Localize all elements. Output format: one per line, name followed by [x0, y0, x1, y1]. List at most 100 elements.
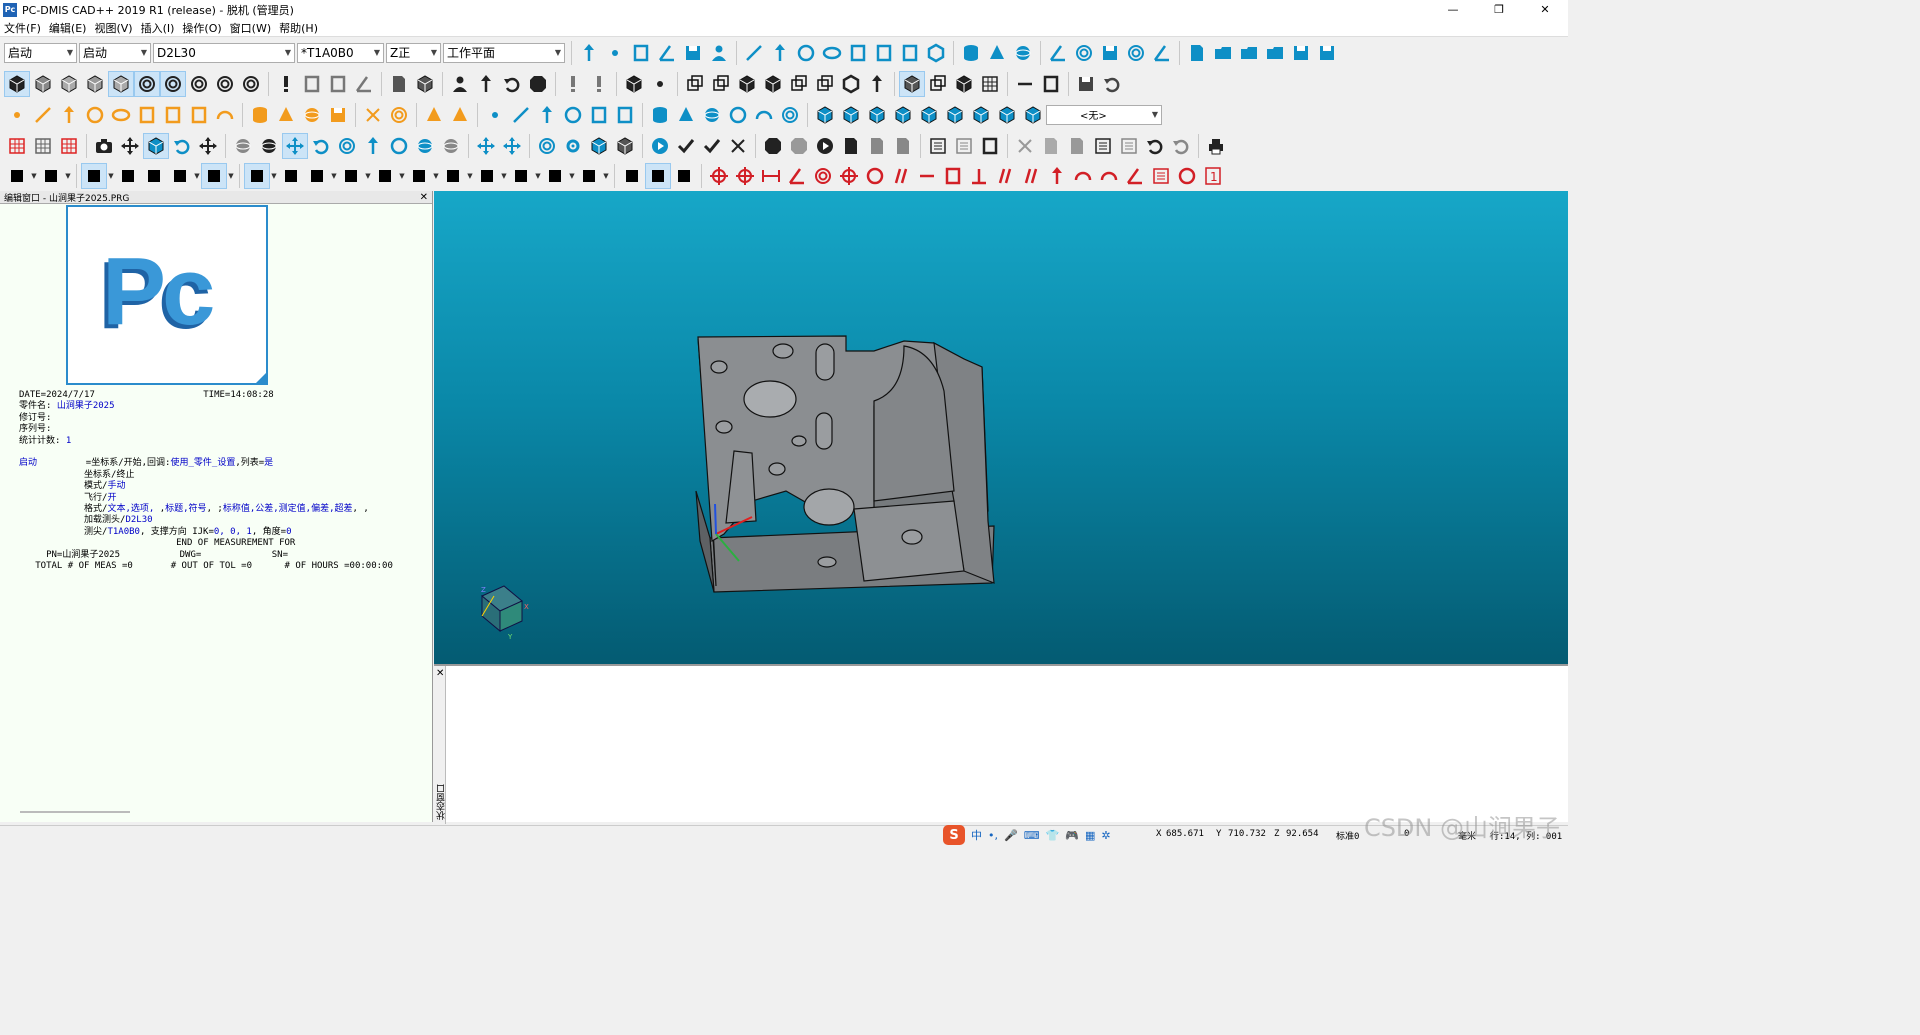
orientation-cube[interactable]: [481, 585, 523, 633]
dropdown-arrow-icon[interactable]: ▼: [64, 172, 72, 180]
probe-select-icon[interactable]: [81, 162, 107, 189]
wire-view-icon[interactable]: [56, 71, 82, 97]
axis-2-icon[interactable]: [586, 71, 612, 97]
construct-3-icon[interactable]: [864, 102, 890, 128]
view-mode-icon[interactable]: [38, 163, 64, 189]
fixture-3-icon[interactable]: [351, 71, 377, 97]
sphere-view-icon[interactable]: [230, 133, 256, 159]
dropdown-arrow-icon[interactable]: ▼: [500, 172, 508, 180]
disabled-icon[interactable]: [786, 133, 812, 159]
probe-head-3-icon[interactable]: [186, 71, 212, 97]
cylinder-feature-icon[interactable]: [247, 102, 273, 128]
settings-blue-icon[interactable]: [560, 133, 586, 159]
program-code[interactable]: DATE=2024/7/17 TIME=14:08:28 零件名: 山涧果子20…: [19, 390, 393, 573]
report-icon[interactable]: [925, 133, 951, 159]
lightbulb-icon[interactable]: [534, 133, 560, 159]
link-icon[interactable]: [977, 133, 1003, 159]
save-as-icon[interactable]: [1314, 40, 1340, 66]
circle-icon[interactable]: [793, 40, 819, 66]
auto-cone-icon[interactable]: [673, 102, 699, 128]
angle-dim-icon[interactable]: [784, 163, 810, 189]
auto-point-icon[interactable]: [482, 102, 508, 128]
report-view-icon[interactable]: [645, 162, 671, 189]
vector-mode-icon[interactable]: [372, 163, 398, 189]
cut-icon[interactable]: [1012, 133, 1038, 159]
flat-blue-icon[interactable]: [386, 133, 412, 159]
parallelism-icon[interactable]: [992, 163, 1018, 189]
print-icon[interactable]: [1203, 133, 1229, 159]
menu-insert[interactable]: 插入(I): [137, 20, 179, 36]
dim-feature-icon[interactable]: [186, 102, 212, 128]
square-slot-icon[interactable]: [845, 40, 871, 66]
axis-icon[interactable]: [560, 71, 586, 97]
part-model-view[interactable]: X Y Z: [434, 191, 1568, 664]
cube-left-icon[interactable]: [786, 71, 812, 97]
keyboard-icon[interactable]: ⌨: [1024, 829, 1040, 842]
auto-circle-icon[interactable]: [560, 102, 586, 128]
cube-back-icon[interactable]: [708, 71, 734, 97]
torus-feature-icon[interactable]: [325, 102, 351, 128]
part-model[interactable]: [695, 335, 995, 593]
construct-2-icon[interactable]: [838, 102, 864, 128]
menu-view[interactable]: 视图(V): [90, 20, 136, 36]
dark-sphere-icon[interactable]: [256, 133, 282, 159]
probe-head-4-icon[interactable]: [212, 71, 238, 97]
probe-head-5-icon[interactable]: [238, 71, 264, 97]
alignment-select-2[interactable]: 启动 ▼: [79, 42, 151, 63]
dropdown-arrow-icon[interactable]: ▼: [398, 172, 406, 180]
auto-square-icon[interactable]: [612, 102, 638, 128]
dropdown-arrow-icon[interactable]: ▼: [466, 172, 474, 180]
find-icon[interactable]: [1090, 133, 1116, 159]
perpendicularity-icon[interactable]: [966, 163, 992, 189]
true-position-icon[interactable]: [732, 163, 758, 189]
run-icon[interactable]: [647, 133, 673, 159]
report-2-icon[interactable]: [951, 133, 977, 159]
view-select[interactable]: Z正 ▼: [386, 42, 441, 63]
fixture-icon[interactable]: [299, 71, 325, 97]
align-icon[interactable]: [304, 163, 330, 189]
status-window[interactable]: ✕ 状态窗口: [434, 664, 1568, 824]
measure-plane-icon[interactable]: [680, 40, 706, 66]
construct-7-icon[interactable]: [968, 102, 994, 128]
toolbox-icon[interactable]: ▦: [1085, 829, 1095, 842]
slot-feature-icon[interactable]: [134, 102, 160, 128]
copy-mode-icon[interactable]: [474, 163, 500, 189]
checklist-icon[interactable]: [699, 133, 725, 159]
menu-edit[interactable]: 编辑(E): [45, 20, 91, 36]
graphics-display-window[interactable]: X Y Z: [434, 191, 1568, 664]
next-icon[interactable]: [812, 133, 838, 159]
dropdown-arrow-icon[interactable]: ▼: [568, 172, 576, 180]
auto-torus-icon[interactable]: [725, 102, 751, 128]
code-start-keyword[interactable]: 启动: [19, 458, 37, 468]
scatter-icon[interactable]: [647, 71, 673, 97]
plane-icon[interactable]: [864, 71, 890, 97]
cube-bottom-icon[interactable]: [760, 71, 786, 97]
grid-icon[interactable]: [977, 71, 1003, 97]
ellipse-feature-icon[interactable]: [108, 102, 134, 128]
auto-sphere-icon[interactable]: [699, 102, 725, 128]
point-probe-icon[interactable]: [621, 71, 647, 97]
code-format-d[interactable]: 标题,符号: [165, 504, 206, 514]
bookmark-down-icon[interactable]: [864, 133, 890, 159]
angularity-icon[interactable]: [1122, 163, 1148, 189]
save-icon[interactable]: [1288, 40, 1314, 66]
ime-punctuation[interactable]: •,: [988, 829, 998, 842]
dropdown-arrow-icon[interactable]: ▼: [193, 172, 201, 180]
distance-icon[interactable]: [758, 163, 784, 189]
auto-slot-icon[interactable]: [586, 102, 612, 128]
transparent-cube-icon[interactable]: [925, 71, 951, 97]
probe-head-2-icon[interactable]: [160, 70, 186, 97]
point-feature-icon[interactable]: [4, 102, 30, 128]
auto-set-icon[interactable]: [777, 102, 803, 128]
redo-icon[interactable]: [1168, 133, 1194, 159]
pan-icon[interactable]: [117, 133, 143, 159]
fit-view-icon[interactable]: [195, 133, 221, 159]
settings-icon[interactable]: ✲: [1101, 829, 1110, 842]
status-window-close-button[interactable]: ✕: [436, 668, 444, 679]
runout-icon[interactable]: [1044, 163, 1070, 189]
code-tip-f[interactable]: 0: [286, 527, 291, 537]
roundness-icon[interactable]: [862, 163, 888, 189]
feature-link-icon[interactable]: [499, 133, 525, 159]
cone-icon[interactable]: [984, 40, 1010, 66]
pack-icon[interactable]: [612, 133, 638, 159]
